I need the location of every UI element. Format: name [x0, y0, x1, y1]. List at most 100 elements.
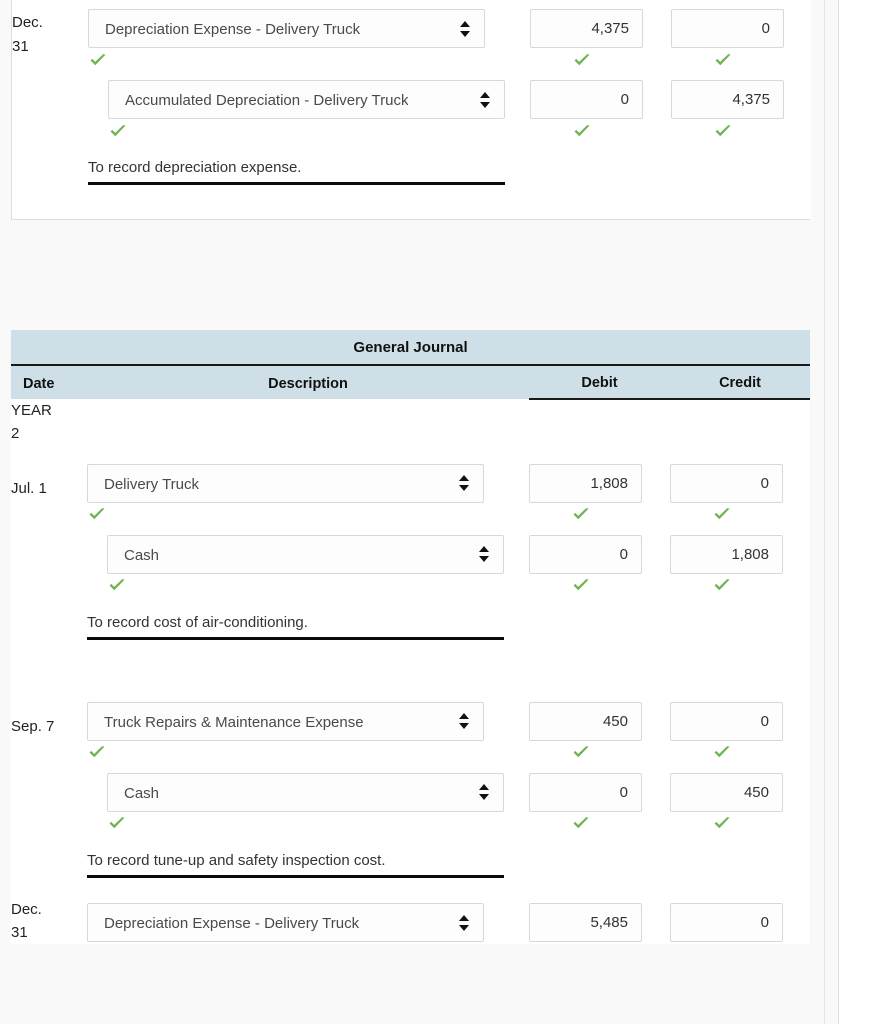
entry-date-line2: 31 — [11, 923, 28, 941]
journal-column-header-row: Date Description Debit Credit — [11, 365, 811, 400]
credit-cell: 0 — [670, 453, 811, 503]
green-check-icon — [571, 742, 591, 762]
empty-cell — [670, 399, 811, 446]
journal-row: Dec. 31 Depreciation Expense - Delivery … — [11, 891, 811, 944]
column-header-date: Date — [11, 365, 87, 399]
updown-arrows-icon — [480, 91, 491, 109]
journal-row: Cash 0 — [11, 762, 811, 812]
spacer-row — [11, 445, 811, 454]
account-cell: Accumulated Depreciation - Delivery Truc… — [88, 70, 530, 119]
debit-check-cell — [530, 119, 671, 141]
green-check-icon — [107, 813, 127, 833]
memo-row: To record tune-up and safety inspection … — [11, 833, 811, 878]
green-check-icon — [88, 50, 108, 70]
account-select[interactable]: Cash — [107, 772, 504, 812]
entry-date-cell: Dec. 31 — [12, 0, 88, 70]
debit-check-cell — [529, 502, 670, 525]
memo-input[interactable]: To record tune-up and safety inspection … — [87, 852, 504, 878]
validation-row — [11, 811, 811, 834]
updown-arrows-icon — [479, 545, 490, 563]
spacer-cell — [11, 811, 87, 834]
credit-input[interactable]: 4,375 — [671, 80, 784, 119]
debit-input[interactable]: 1,808 — [529, 463, 642, 503]
journal-table-bottom: General Journal Date Description Debit C… — [11, 330, 811, 944]
memo-cell: To record cost of air-conditioning. — [87, 595, 811, 640]
empty-date-cell — [11, 524, 87, 574]
entry-date-line1: Dec. — [11, 900, 42, 918]
green-check-icon — [572, 121, 592, 141]
account-select[interactable]: Cash — [107, 534, 504, 574]
updown-arrows-icon — [459, 914, 470, 932]
entry-date-line1: Dec. — [12, 14, 43, 32]
debit-input[interactable]: 4,375 — [530, 9, 643, 48]
debit-input[interactable]: 450 — [529, 701, 642, 741]
account-select[interactable]: Delivery Truck — [87, 463, 484, 503]
green-check-icon — [107, 575, 127, 595]
empty-date-cell — [11, 762, 87, 812]
empty-cell — [529, 399, 670, 446]
account-check-cell — [87, 740, 529, 763]
entry-date-line2: 31 — [12, 37, 29, 55]
account-cell: Truck Repairs & Maintenance Expense — [87, 691, 529, 741]
spacer-row — [12, 185, 811, 219]
account-select[interactable]: Truck Repairs & Maintenance Expense — [87, 701, 484, 741]
year-row: YEAR 2 — [11, 399, 811, 446]
year-label-line1: YEAR — [11, 402, 52, 419]
validation-row — [11, 502, 811, 525]
debit-check-cell — [529, 811, 670, 834]
credit-input[interactable]: 0 — [670, 701, 783, 741]
account-select-value: Delivery Truck — [104, 475, 200, 493]
memo-input[interactable]: To record cost of air-conditioning. — [87, 614, 504, 640]
empty-cell — [87, 399, 529, 446]
journal-row: Sep. 7 Truck Repairs & Maintenance Expen… — [11, 691, 811, 763]
credit-input[interactable]: 450 — [670, 772, 783, 812]
journal-table-top: Dec. 31 Depreciation Expense - Delivery … — [12, 0, 811, 219]
credit-input[interactable]: 0 — [670, 463, 783, 503]
account-select[interactable]: Depreciation Expense - Delivery Truck — [87, 903, 484, 943]
entry-date-cell: Sep. 7 — [11, 691, 87, 763]
debit-input[interactable]: 5,485 — [529, 903, 642, 943]
credit-check-cell — [670, 502, 811, 525]
column-header-credit: Credit — [670, 365, 811, 400]
updown-arrows-icon — [459, 474, 470, 492]
updown-arrows-icon — [460, 20, 471, 38]
credit-input[interactable]: 1,808 — [670, 534, 783, 574]
debit-input[interactable]: 0 — [529, 772, 642, 812]
green-check-icon — [87, 742, 107, 762]
green-check-icon — [571, 575, 591, 595]
green-check-icon — [712, 504, 732, 524]
debit-input[interactable]: 0 — [529, 534, 642, 574]
credit-check-cell — [670, 811, 811, 834]
account-select[interactable]: Accumulated Depreciation - Delivery Truc… — [108, 80, 505, 119]
entry-date: Sep. 7 — [11, 718, 55, 736]
outer-gutter — [825, 0, 838, 1024]
spacer-cell — [11, 573, 87, 596]
validation-row — [12, 48, 811, 70]
debit-check-cell — [530, 48, 671, 70]
debit-cell: 5,485 — [529, 891, 670, 944]
credit-input[interactable]: 0 — [671, 9, 784, 48]
content-column: Dec. 31 Depreciation Expense - Delivery … — [0, 0, 825, 1024]
memo-input[interactable]: To record depreciation expense. — [88, 159, 505, 185]
green-check-icon — [572, 50, 592, 70]
credit-cell: 450 — [670, 762, 811, 812]
credit-cell: 4,375 — [671, 70, 811, 119]
journal-page: Dec. 31 Depreciation Expense - Delivery … — [0, 0, 872, 1024]
entry-date-cell: Dec. 31 — [11, 891, 87, 944]
debit-cell: 4,375 — [530, 0, 671, 48]
spacer-row — [11, 877, 811, 892]
spacer-cell — [11, 833, 87, 878]
account-check-cell — [87, 573, 529, 596]
journal-title-row: General Journal — [11, 330, 811, 366]
debit-cell: 1,808 — [529, 453, 670, 503]
account-select[interactable]: Depreciation Expense - Delivery Truck — [88, 9, 485, 48]
credit-cell: 0 — [671, 0, 811, 48]
journal-row: Accumulated Depreciation - Delivery Truc… — [12, 70, 811, 119]
debit-input[interactable]: 0 — [530, 80, 643, 119]
validation-row — [11, 740, 811, 763]
credit-input[interactable]: 0 — [670, 903, 783, 943]
green-check-icon — [712, 742, 732, 762]
journal-row: Jul. 1 Delivery Truck 1,808 0 — [11, 453, 811, 525]
credit-check-cell — [670, 740, 811, 763]
year-label-line2: 2 — [11, 425, 20, 443]
